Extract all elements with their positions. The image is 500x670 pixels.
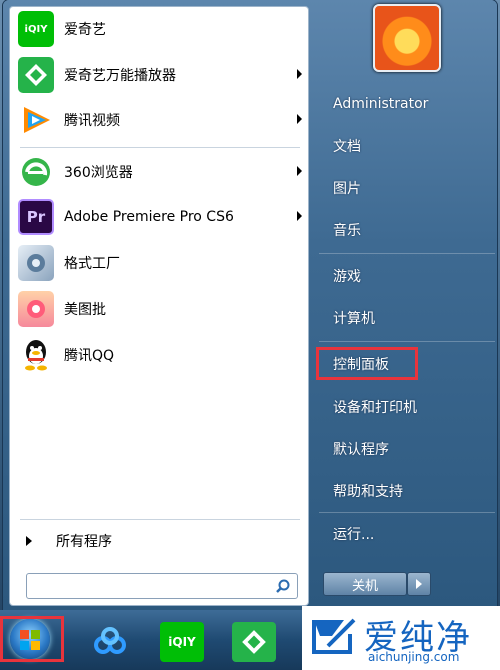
program-label: 腾讯视频 xyxy=(64,113,120,129)
submenu-arrow-icon[interactable] xyxy=(297,69,302,79)
program-iqiyi[interactable]: iQIY 爱奇艺 xyxy=(18,9,306,49)
divider xyxy=(319,512,495,513)
submenu-arrow-icon[interactable] xyxy=(297,211,302,221)
program-label: 腾讯QQ xyxy=(64,348,115,364)
program-label: 爱奇艺 xyxy=(64,22,106,38)
program-label: 360浏览器 xyxy=(64,165,133,181)
shutdown-button[interactable]: 关机 xyxy=(323,572,407,596)
user-avatar[interactable] xyxy=(373,4,441,72)
iqiyi-player-icon xyxy=(18,57,54,93)
program-360-browser[interactable]: 360浏览器 xyxy=(18,152,306,192)
start-menu: iQIY 爱奇艺 爱奇艺万能播放器 腾讯视频 360浏览器 Pr Adobe P… xyxy=(3,0,497,610)
menu-item-documents[interactable]: 文档 xyxy=(323,131,493,161)
watermark-logo-icon xyxy=(312,618,356,654)
program-label: 格式工厂 xyxy=(64,256,120,272)
menu-item-default-programs[interactable]: 默认程序 xyxy=(323,434,493,464)
start-button-highlight xyxy=(0,616,64,662)
shutdown-options-button[interactable] xyxy=(407,572,431,596)
menu-item-administrator[interactable]: Administrator xyxy=(323,89,493,119)
iqiyi-icon: iQIY xyxy=(168,635,196,649)
taskbar-iqiyi[interactable]: iQIY xyxy=(160,622,204,662)
menu-item-run[interactable]: 运行... xyxy=(323,519,493,549)
divider xyxy=(319,341,495,342)
menu-item-help-support[interactable]: 帮助和支持 xyxy=(323,476,493,506)
qq-penguin-icon xyxy=(18,337,54,373)
watermark: 爱纯净 aichunjing.com xyxy=(302,606,500,670)
meitu-batch-icon xyxy=(18,291,54,327)
search-input[interactable] xyxy=(26,573,298,599)
expand-arrow-icon xyxy=(26,536,32,546)
menu-item-music[interactable]: 音乐 xyxy=(323,215,493,245)
taskbar-baidu-netdisk[interactable] xyxy=(88,622,132,662)
control-panel-highlight xyxy=(316,347,418,380)
program-meitu[interactable]: 美图批 xyxy=(18,289,306,329)
program-tencent-video[interactable]: 腾讯视频 xyxy=(18,100,306,140)
divider xyxy=(319,253,495,254)
submenu-arrow-icon[interactable] xyxy=(297,114,302,124)
taskbar-iqiyi-player[interactable] xyxy=(232,622,276,662)
submenu-arrow-icon[interactable] xyxy=(297,166,302,176)
program-premiere-pro[interactable]: Pr Adobe Premiere Pro CS6 xyxy=(18,197,306,237)
program-iqiyi-player[interactable]: 爱奇艺万能播放器 xyxy=(18,55,306,95)
360-browser-icon xyxy=(18,154,54,190)
watermark-url: aichunjing.com xyxy=(368,650,460,664)
menu-item-computer[interactable]: 计算机 xyxy=(323,303,493,333)
programs-pane: iQIY 爱奇艺 爱奇艺万能播放器 腾讯视频 360浏览器 Pr Adobe P… xyxy=(9,6,309,606)
divider xyxy=(20,147,300,148)
format-factory-icon xyxy=(18,245,54,281)
all-programs-label: 所有程序 xyxy=(56,534,112,550)
iqiyi-player-icon xyxy=(242,630,266,654)
tencent-video-icon xyxy=(18,102,54,138)
program-qq[interactable]: 腾讯QQ xyxy=(18,335,306,375)
all-programs-button[interactable]: 所有程序 xyxy=(18,527,298,555)
premiere-pro-icon: Pr xyxy=(18,199,54,235)
baidu-netdisk-icon xyxy=(94,627,126,654)
iqiyi-icon: iQIY xyxy=(18,11,54,47)
divider xyxy=(20,519,300,520)
menu-item-pictures[interactable]: 图片 xyxy=(323,173,493,203)
program-label: 美图批 xyxy=(64,302,106,318)
program-format-factory[interactable]: 格式工厂 xyxy=(18,243,306,283)
program-label: Adobe Premiere Pro CS6 xyxy=(64,209,234,225)
menu-item-devices-printers[interactable]: 设备和打印机 xyxy=(323,392,493,422)
program-label: 爱奇艺万能播放器 xyxy=(64,68,176,84)
menu-item-games[interactable]: 游戏 xyxy=(323,261,493,291)
search-icon[interactable] xyxy=(275,578,291,594)
